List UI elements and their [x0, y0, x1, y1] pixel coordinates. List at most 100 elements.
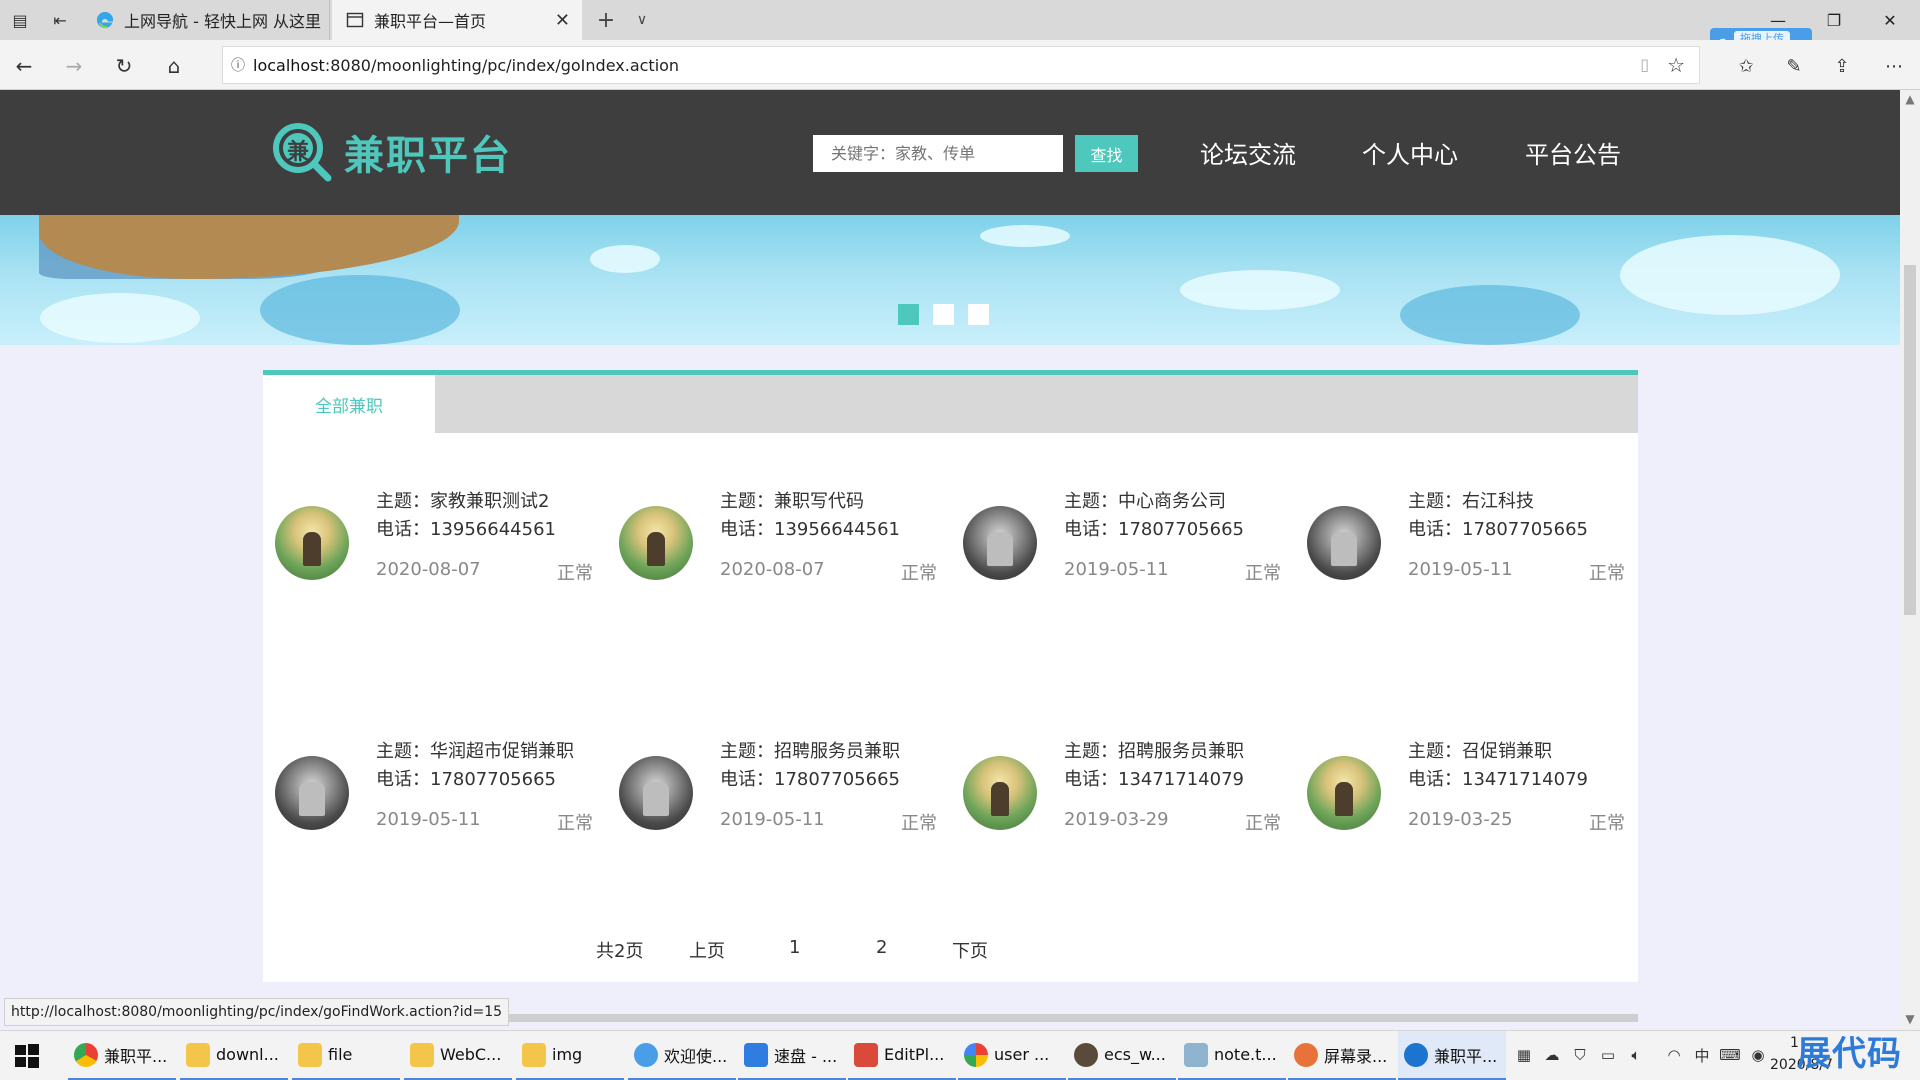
taskbar-note[interactable]: note.t... — [1178, 1031, 1286, 1080]
job-title[interactable]: 主题：华润超市促销兼职 — [376, 737, 574, 763]
taskbar-folder-downloads[interactable]: downl... — [180, 1031, 288, 1080]
taskbar-editplus[interactable]: EditPl... — [848, 1031, 956, 1080]
job-card[interactable]: 主题：兼职写代码 电话：13956644561 2020-08-07 正常 — [607, 487, 937, 597]
scrollbar-thumb[interactable] — [1904, 265, 1916, 615]
notes-pen-icon[interactable]: ✎ — [1778, 50, 1810, 82]
job-title[interactable]: 主题：兼职写代码 — [720, 487, 864, 513]
windows-start-icon[interactable] — [14, 1043, 40, 1069]
logo-char: 兼 — [287, 140, 310, 165]
job-date: 2019-03-25 — [1408, 809, 1513, 830]
address-input[interactable]: ⓘ localhost:8080/moonlighting/pc/index/g… — [222, 46, 1700, 84]
taskbar-supan[interactable]: 速盘 - ... — [738, 1031, 846, 1080]
job-card[interactable]: 主题：中心商务公司 电话：17807705665 2019-05-11 正常 — [951, 487, 1281, 597]
job-date: 2019-05-11 — [1408, 559, 1513, 580]
carousel-dot-3[interactable] — [968, 304, 989, 325]
panel-tab-strip: 全部兼职 — [263, 375, 1638, 433]
close-tab-icon[interactable]: ✕ — [555, 10, 570, 31]
pager-next[interactable]: 下页 — [952, 937, 988, 963]
search-input[interactable] — [813, 135, 1063, 172]
job-card[interactable]: 主题：家教兼职测试2 电话：13956644561 2020-08-07 正常 — [263, 487, 593, 597]
job-card[interactable]: 主题：华润超市促销兼职 电话：17807705665 2019-05-11 正常 — [263, 737, 593, 847]
job-card[interactable]: 主题：招聘服务员兼职 电话：17807705665 2019-05-11 正常 — [607, 737, 937, 847]
set-aside-tabs-icon[interactable]: ⇤ — [46, 6, 74, 34]
tray-wifi-icon[interactable]: ◠ — [1664, 1045, 1684, 1065]
chrome-icon — [74, 1042, 98, 1067]
carousel-dot-2[interactable] — [933, 304, 954, 325]
job-status: 正常 — [1589, 563, 1625, 584]
banner-wave — [260, 275, 460, 345]
new-tab-button[interactable]: + — [592, 6, 620, 34]
banner-carousel[interactable] — [0, 215, 1900, 345]
job-card[interactable]: 主题：召促销兼职 电话：13471714079 2019-03-25 正常 — [1295, 737, 1625, 847]
job-title[interactable]: 主题：中心商务公司 — [1064, 487, 1226, 513]
pager-page-1[interactable]: 1 — [789, 937, 800, 958]
tray-volume-icon[interactable]: 🔈︎ — [1626, 1045, 1646, 1065]
more-menu-icon[interactable]: ⋯ — [1878, 50, 1910, 82]
banner-wave — [1400, 285, 1580, 345]
forward-button[interactable]: → — [58, 50, 90, 82]
share-icon[interactable]: ⇪ — [1826, 50, 1858, 82]
nav-personal-center[interactable]: 个人中心 — [1362, 135, 1458, 170]
banner-wave — [980, 225, 1070, 247]
taskbar-user[interactable]: user ... — [958, 1031, 1066, 1080]
job-phone: 电话：13471714079 — [1408, 769, 1588, 790]
taskbar-folder-img[interactable]: img — [516, 1031, 624, 1080]
pager-page-2[interactable]: 2 — [876, 937, 887, 958]
recorder-icon — [1294, 1042, 1318, 1067]
restore-button[interactable]: ❐ — [1814, 6, 1854, 34]
job-phone: 电话：17807705665 — [1408, 519, 1588, 540]
job-title[interactable]: 主题：招聘服务员兼职 — [720, 737, 900, 763]
editplus-icon — [854, 1042, 878, 1067]
reading-view-icon[interactable]: ▯ — [1640, 55, 1649, 74]
home-button[interactable]: ⌂ — [158, 50, 190, 82]
search-button[interactable]: 查找 — [1075, 135, 1138, 172]
job-card[interactable]: 主题：招聘服务员兼职 电话：13471714079 2019-03-29 正常 — [951, 737, 1281, 847]
ecs-icon — [1074, 1042, 1098, 1067]
tray-ime[interactable]: 中 — [1692, 1045, 1712, 1065]
tray-input-icon[interactable]: ⌨ — [1719, 1045, 1741, 1065]
taskbar-chrome[interactable]: 兼职平... — [68, 1031, 176, 1080]
tray-shield-icon[interactable]: ⛉ — [1570, 1045, 1590, 1065]
tab-preview-chevron-icon[interactable]: ∨ — [628, 6, 656, 34]
favorite-star-icon[interactable]: ☆ — [1667, 53, 1685, 77]
close-window-button[interactable]: ✕ — [1870, 6, 1910, 34]
tab-all-jobs[interactable]: 全部兼职 — [263, 375, 435, 433]
windows-taskbar: 兼职平... downl... file WebC... img 欢迎使... … — [0, 1030, 1920, 1080]
job-date: 2019-05-11 — [376, 809, 481, 830]
tab-manager-icon[interactable]: ▤ — [6, 6, 34, 34]
job-card[interactable]: 主题：右江科技 电话：17807705665 2019-05-11 正常 — [1295, 487, 1625, 597]
refresh-button[interactable]: ↻ — [108, 50, 140, 82]
tray-battery-icon[interactable]: ▭ — [1598, 1045, 1618, 1065]
job-title[interactable]: 主题：召促销兼职 — [1408, 737, 1552, 763]
job-title[interactable]: 主题：右江科技 — [1408, 487, 1534, 513]
scroll-up-icon[interactable]: ▲ — [1900, 92, 1920, 106]
tray-clapper-icon[interactable]: ▦ — [1514, 1045, 1534, 1065]
tab-jianzhi-home[interactable]: 兼职平台—首页 ✕ — [332, 0, 582, 40]
taskbar-edge-jianzhi[interactable]: 兼职平... — [1398, 1031, 1506, 1080]
taskbar-welcome[interactable]: 欢迎使... — [628, 1031, 736, 1080]
page-scrollbar[interactable]: ▲ ▼ — [1900, 90, 1920, 1030]
taskbar-ecs[interactable]: ecs_w... — [1068, 1031, 1176, 1080]
job-date: 2019-03-29 — [1064, 809, 1169, 830]
taskbar-folder-webc[interactable]: WebC... — [404, 1031, 512, 1080]
job-title[interactable]: 主题：招聘服务员兼职 — [1064, 737, 1244, 763]
taskbar-screen-recorder[interactable]: 屏幕录... — [1288, 1031, 1396, 1080]
job-status: 正常 — [1245, 813, 1281, 834]
carousel-dot-1[interactable] — [898, 304, 919, 325]
tray-cloud-icon[interactable]: ☁ — [1542, 1045, 1562, 1065]
scroll-down-icon[interactable]: ▼ — [1900, 1012, 1920, 1026]
carousel-indicators — [898, 304, 989, 325]
site-logo[interactable]: 兼 兼职平台 — [270, 120, 512, 184]
site-info-icon[interactable]: ⓘ — [223, 55, 253, 75]
back-button[interactable]: ← — [8, 50, 40, 82]
job-date: 2019-05-11 — [720, 809, 825, 830]
tray-qq-icon[interactable]: ◉ — [1748, 1045, 1768, 1065]
pager-prev[interactable]: 上页 — [689, 937, 725, 963]
nav-forum[interactable]: 论坛交流 — [1200, 135, 1296, 170]
tab-navigation[interactable]: 上网导航 - 轻快上网 从这里 — [82, 0, 330, 40]
favorites-hub-icon[interactable]: ✩ — [1730, 50, 1762, 82]
nav-announcements[interactable]: 平台公告 — [1525, 135, 1621, 170]
taskbar-folder-file[interactable]: file — [292, 1031, 400, 1080]
jobs-panel: 全部兼职 主题：家教兼职测试2 电话：13956644561 2020-08-0… — [263, 370, 1638, 982]
job-title[interactable]: 主题：家教兼职测试2 — [376, 487, 549, 513]
